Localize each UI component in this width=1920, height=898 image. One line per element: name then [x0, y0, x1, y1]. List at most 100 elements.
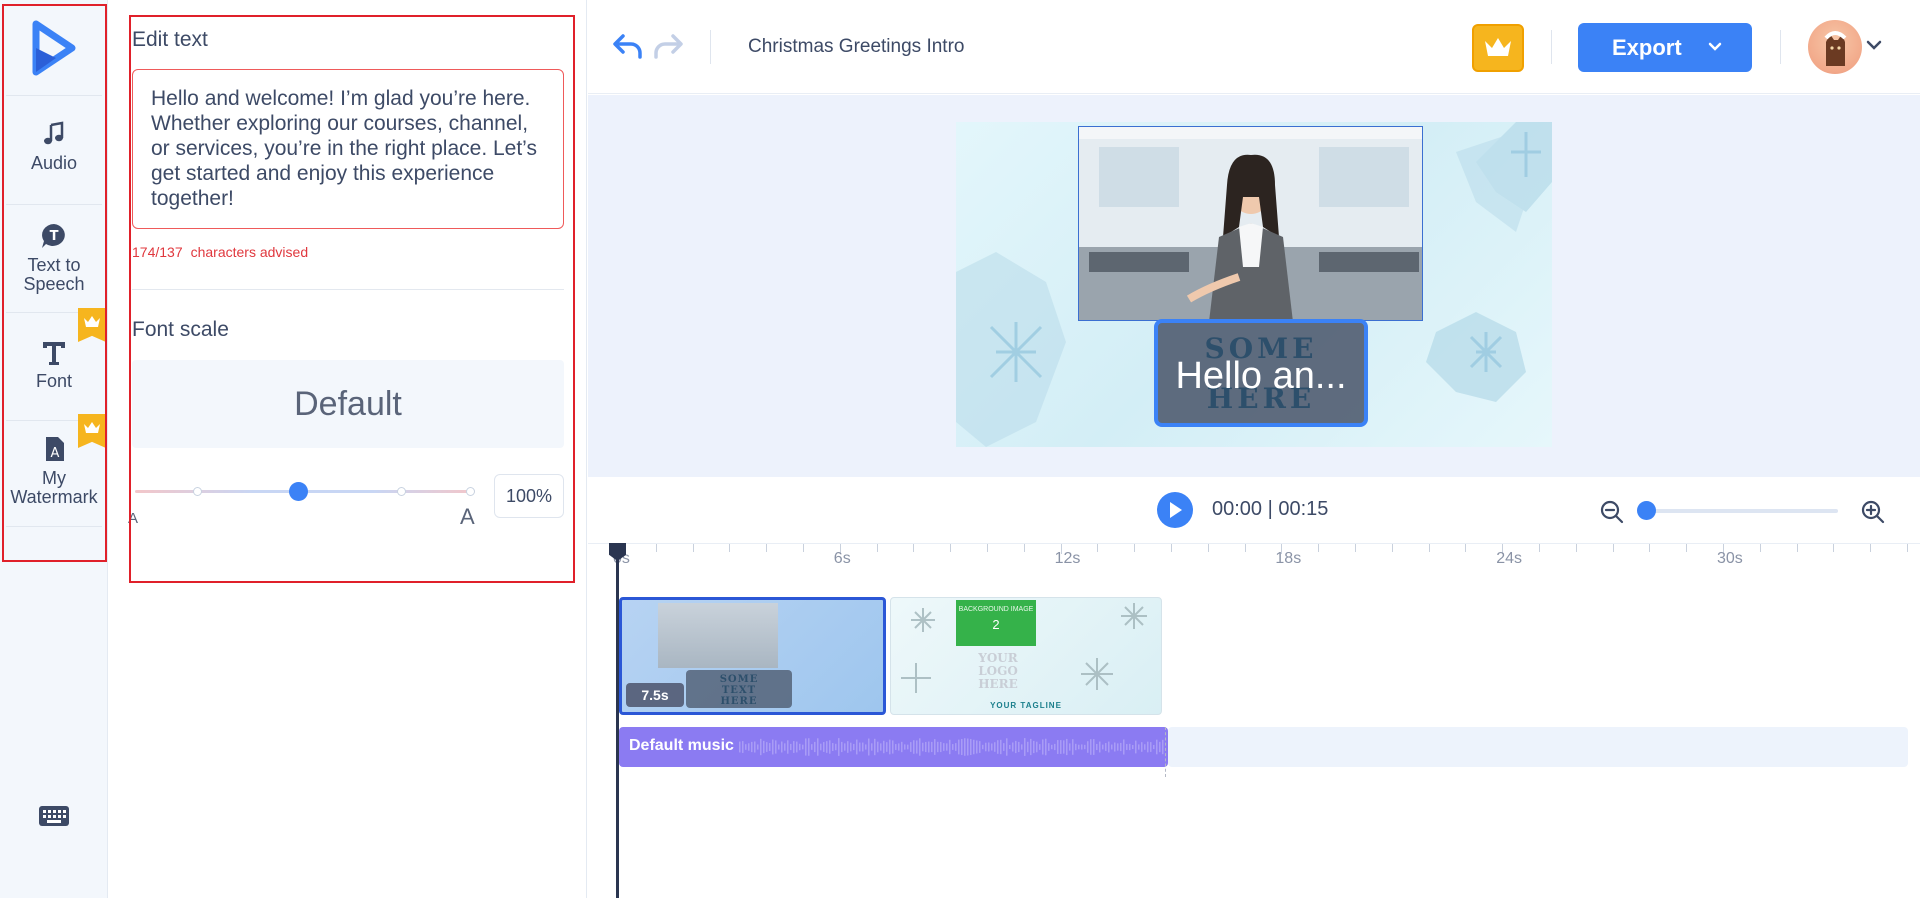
waveform-bar [1027, 741, 1029, 753]
slider-thumb[interactable] [289, 482, 309, 501]
waveform-bar [766, 742, 768, 752]
export-button[interactable]: Export [1578, 23, 1752, 72]
timeline-ruler[interactable]: 0s 6s 12s 18s 24s 30s [588, 544, 1920, 574]
waveform-bar [1123, 739, 1125, 755]
waveform-bar [1111, 744, 1113, 750]
ruler-tick-label: 6s [833, 550, 851, 567]
sidebar-item-text-to-speech[interactable]: T Text to Speech [0, 222, 108, 294]
waveform-bar [1051, 744, 1053, 750]
svg-text:T: T [50, 229, 59, 244]
waveform-bar [919, 738, 921, 756]
logo-text-line: HERE [978, 677, 1018, 691]
background-image-label: BACKGROUND IMAGE [958, 606, 1034, 613]
waveform-bar [937, 741, 939, 753]
chevron-down-icon[interactable] [1866, 40, 1882, 52]
font-scale-preview[interactable]: Default [132, 360, 564, 448]
project-title[interactable]: Christmas Greetings Intro [748, 36, 964, 58]
presenter-photo[interactable] [1078, 126, 1423, 321]
clip-thumbnail [658, 603, 778, 668]
sidebar-item-label: Font [35, 371, 73, 391]
waveform-bar [787, 740, 789, 754]
playhead[interactable] [616, 552, 619, 898]
waveform-bar [1024, 738, 1026, 756]
waveform-bar [811, 744, 813, 750]
large-font-label: A [460, 504, 475, 529]
music-clip[interactable]: Default music [619, 727, 1168, 767]
waveform-bar [1054, 743, 1056, 751]
waveform-bar [1117, 743, 1119, 751]
sidebar-item-audio[interactable]: Audio [0, 120, 108, 173]
waveform-bar [1093, 739, 1095, 755]
waveform-bar [808, 738, 810, 756]
export-button-label: Export [1612, 35, 1682, 60]
font-scale-percent-input[interactable]: 100% [494, 474, 564, 518]
waveform-bar [757, 744, 759, 750]
ruler-tick [1870, 544, 1872, 552]
waveform-bar [970, 738, 972, 756]
ruler-tick [729, 544, 731, 552]
waveform-bar [1021, 744, 1023, 750]
svg-text:A: A [51, 446, 60, 461]
waveform-bar [844, 743, 846, 751]
watermark-icon: A [46, 437, 64, 461]
upgrade-premium-button[interactable] [1472, 24, 1524, 72]
zoom-out-icon[interactable] [1599, 499, 1625, 525]
waveform-bar [775, 740, 777, 754]
avatar-cat-icon [1824, 31, 1847, 66]
ruler-tick-label: 18s [1275, 550, 1302, 567]
clip-text-line: TEXT [721, 685, 757, 696]
redo-icon[interactable] [652, 32, 684, 60]
waveform-bar [1147, 741, 1149, 753]
font-scale-slider[interactable] [135, 482, 475, 501]
music-clip-label: Default music [629, 737, 734, 754]
divider [710, 30, 711, 64]
waveform-bar [883, 740, 885, 754]
waveform-bar [1108, 741, 1110, 753]
ruler-tick [1833, 544, 1835, 552]
waveform-bar [835, 743, 837, 751]
undo-icon[interactable] [612, 32, 644, 60]
ruler-tick [1465, 544, 1467, 552]
waveform-bar [1045, 738, 1047, 756]
selected-text-overlay[interactable]: SOME HERE Hello an... [1154, 319, 1368, 427]
avatar[interactable] [1808, 20, 1862, 74]
waveform-bar [1033, 740, 1035, 754]
ruler-tick-label: 12s [1054, 550, 1081, 567]
waveform-bar [1069, 743, 1071, 751]
waveform-bar [1075, 743, 1077, 751]
waveform-bar [1099, 741, 1101, 753]
sidebar-item-label: Text to Speech [23, 255, 85, 294]
text-input-area[interactable]: Hello and welcome! I’m glad you’re here.… [132, 69, 564, 229]
ruler-tick [913, 544, 915, 552]
app-logo-icon[interactable] [28, 20, 80, 76]
sidebar-item-my-watermark[interactable]: A My Watermark [0, 435, 108, 507]
waveform-bar [1090, 739, 1092, 755]
ruler-tick-label: 30s [1717, 550, 1743, 567]
waveform-bar [976, 740, 978, 754]
play-button[interactable] [1157, 492, 1193, 528]
ruler-tick [1907, 544, 1908, 552]
music-track-lane[interactable] [1168, 727, 1908, 767]
sidebar-item-font[interactable]: Font [0, 338, 108, 391]
waveform-bar [868, 738, 870, 756]
ruler-tick [987, 544, 988, 552]
waveform-bar [961, 738, 963, 756]
waveform-bar [841, 741, 843, 753]
waveform-bar [745, 744, 747, 750]
character-count: 174/137 characters advised [132, 244, 308, 260]
waveform-bar [928, 741, 930, 753]
zoom-in-icon[interactable] [1860, 499, 1886, 525]
waveform-bar [826, 741, 828, 753]
keyboard-icon[interactable] [38, 804, 70, 828]
waveform-bar [922, 742, 924, 752]
waveform-bar [760, 738, 762, 756]
clip-text-line: HERE [720, 696, 758, 707]
zoom-slider-thumb[interactable] [1637, 501, 1656, 520]
waveform-bar [1036, 741, 1038, 753]
timeline-clip-2[interactable]: BACKGROUND IMAGE 2 YOUR LOGO HERE YOUR T… [890, 597, 1162, 715]
timeline-clip-1[interactable]: SOME TEXT HERE 7.5s [619, 597, 886, 715]
waveform-bar [1150, 742, 1152, 752]
waveform-bar [910, 742, 912, 752]
waveform-bar [1015, 740, 1017, 754]
zoom-slider-track[interactable] [1646, 509, 1838, 513]
